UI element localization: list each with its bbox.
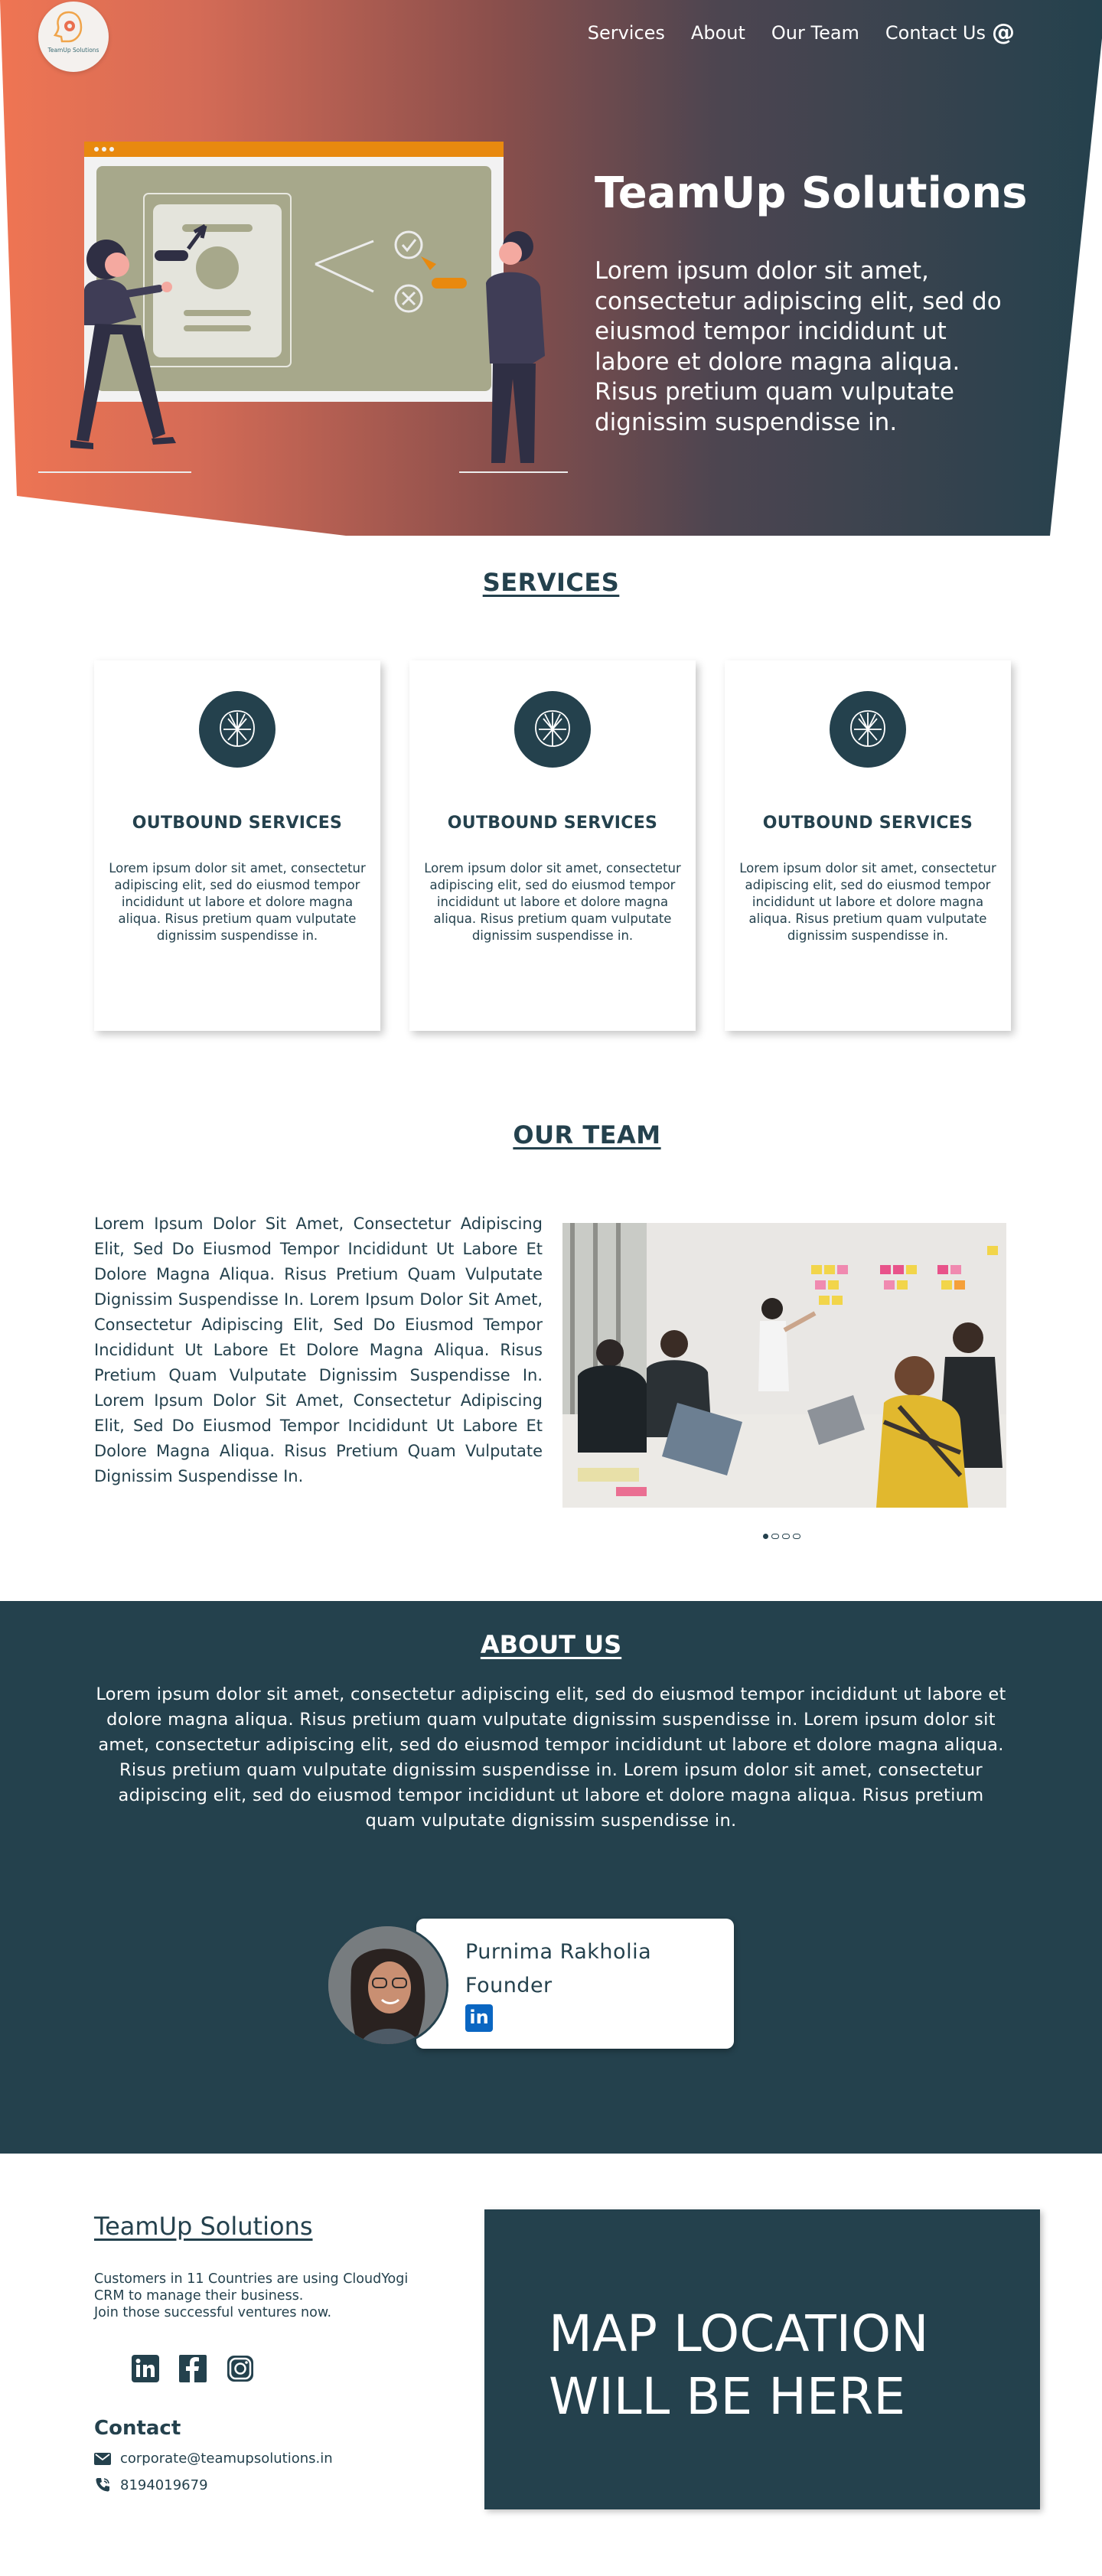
- brain-network-icon: [199, 691, 276, 768]
- carousel-indicators: [763, 1534, 800, 1539]
- carousel-dot[interactable]: [793, 1534, 800, 1539]
- linkedin-icon-label: in: [469, 2007, 489, 2028]
- contact-phone-row: 8194019679: [94, 2477, 208, 2493]
- hero-title: TeamUp Solutions: [595, 168, 1028, 218]
- logo[interactable]: TeamUp Solutions: [38, 2, 109, 72]
- team-meeting-photo: [562, 1223, 1006, 1508]
- nav-about-link[interactable]: About: [691, 22, 745, 44]
- service-card[interactable]: OUTBOUND SERVICES Lorem ipsum dolor sit …: [725, 660, 1011, 1031]
- logo-text: TeamUp Solutions: [47, 47, 99, 54]
- nav-contact-label: Contact Us: [885, 22, 986, 44]
- contact-email-row: corporate@teamupsolutions.in: [94, 2450, 333, 2467]
- hero-section: TeamUp Solutions Services About Our Team…: [0, 0, 1102, 536]
- contact-email-link[interactable]: corporate@teamupsolutions.in: [120, 2450, 333, 2467]
- linkedin-icon[interactable]: [130, 2353, 161, 2384]
- services-heading: SERVICES: [482, 568, 620, 597]
- footer-contact-heading: Contact: [94, 2417, 181, 2440]
- avatar: [326, 1924, 448, 2046]
- service-card-text: Lorem ipsum dolor sit amet, consectetur …: [109, 861, 366, 943]
- instagram-icon[interactable]: [225, 2353, 256, 2384]
- service-card-title: OUTBOUND SERVICES: [762, 814, 973, 833]
- mail-icon: [94, 2452, 111, 2465]
- about-section: ABOUT US Lorem ipsum dolor sit amet, con…: [0, 1601, 1102, 2154]
- service-card[interactable]: OUTBOUND SERVICES Lorem ipsum dolor sit …: [409, 660, 696, 1031]
- service-card-title: OUTBOUND SERVICES: [447, 814, 658, 833]
- brain-network-icon: [514, 691, 591, 768]
- linkedin-icon[interactable]: in: [465, 2004, 493, 2032]
- carousel-dot[interactable]: [771, 1534, 779, 1539]
- phone-icon: [96, 2478, 109, 2492]
- facebook-icon[interactable]: [178, 2353, 208, 2384]
- carousel-dot[interactable]: [782, 1534, 790, 1539]
- footer-brand-link[interactable]: TeamUp Solutions: [94, 2212, 313, 2241]
- service-card-text: Lorem ipsum dolor sit amet, consectetur …: [739, 861, 996, 943]
- founder-role: Founder: [465, 1974, 553, 1997]
- nav-contact-link[interactable]: Contact Us @: [885, 21, 1015, 44]
- brain-network-icon: [830, 691, 906, 768]
- service-card[interactable]: OUTBOUND SERVICES Lorem ipsum dolor sit …: [94, 660, 380, 1031]
- logo-head-icon: [53, 11, 83, 43]
- founder-name: Purnima Rakholia: [465, 1940, 652, 1964]
- footer-description: Customers in 11 Countries are using Clou…: [94, 2271, 409, 2320]
- main-nav: Services About Our Team Contact Us @: [588, 21, 1015, 44]
- map-placeholder[interactable]: MAP LOCATION WILL BE HERE: [484, 2209, 1040, 2509]
- contact-phone-link[interactable]: 8194019679: [120, 2477, 208, 2493]
- team-heading: OUR TEAM: [513, 1120, 661, 1149]
- service-card-title: OUTBOUND SERVICES: [132, 814, 343, 833]
- services-cards: OUTBOUND SERVICES Lorem ipsum dolor sit …: [94, 660, 1011, 1031]
- team-description: Lorem Ipsum Dolor Sit Amet, Consectetur …: [94, 1215, 543, 1485]
- hero-description: Lorem ipsum dolor sit amet, consectetur …: [595, 257, 1002, 436]
- footer-social-links: [130, 2353, 256, 2384]
- about-heading: ABOUT US: [480, 1630, 622, 1659]
- nav-services-link[interactable]: Services: [588, 22, 665, 44]
- presentation-illustration: [38, 142, 568, 473]
- nav-our-team-link[interactable]: Our Team: [771, 22, 859, 44]
- about-description: Lorem ipsum dolor sit amet, consectetur …: [96, 1684, 1006, 1831]
- carousel-dot[interactable]: [763, 1534, 768, 1539]
- map-placeholder-text: MAP LOCATION WILL BE HERE: [549, 2304, 929, 2426]
- founder-card: Purnima Rakholia Founder in: [416, 1919, 734, 2049]
- service-card-text: Lorem ipsum dolor sit amet, consectetur …: [424, 861, 681, 943]
- at-icon: @: [992, 19, 1015, 46]
